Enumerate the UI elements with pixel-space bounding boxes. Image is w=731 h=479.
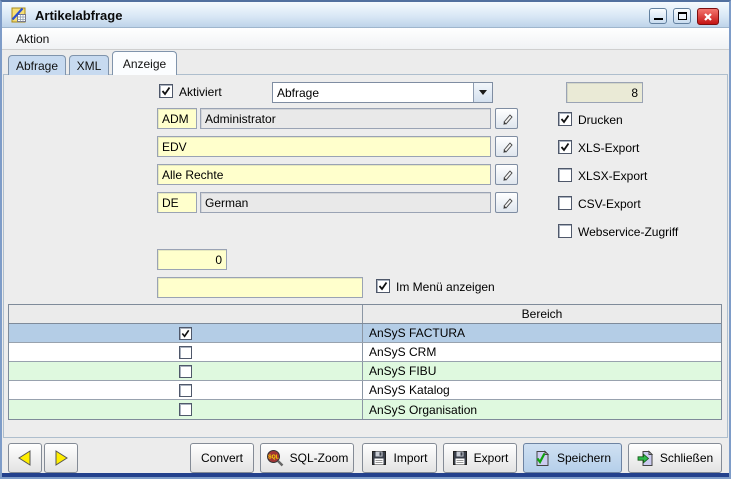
convert-label: Convert [201,451,243,465]
mitarbeiter-code-field[interactable]: ADM [157,108,197,129]
app-icon [9,5,29,25]
csv-export-checkbox[interactable] [558,196,572,210]
import-button[interactable]: Import [362,443,437,473]
table-row[interactable]: AnSyS FACTURA [9,324,721,343]
close-button[interactable] [697,8,719,25]
abteilung-picker-button[interactable] [495,136,518,157]
row-label: AnSyS FIBU [363,362,721,380]
combo-dropdown-button[interactable] [473,83,492,102]
svg-text:SQL: SQL [268,455,279,461]
export-label: Export [474,451,509,465]
save-check-icon [534,450,551,467]
table-row[interactable]: AnSyS Organisation [9,400,721,419]
table-row[interactable]: AnSyS CRM [9,343,721,362]
row-checkbox[interactable] [179,365,192,378]
webservice-zugriff-checkbox[interactable] [558,224,572,238]
row-checkbox[interactable] [179,327,192,340]
checkmark-icon [559,141,571,153]
mitarbeiter-picker-button[interactable] [495,108,518,129]
untermenue-field[interactable] [157,277,363,298]
speichern-button[interactable]: Speichern [523,443,622,473]
row-label: AnSyS Organisation [363,400,721,419]
arrow-left-icon [15,449,35,467]
abteilung-field[interactable]: EDV [157,136,491,157]
window: Artikelabfrage Aktion Abfrage XML Anzeig… [0,0,731,479]
table-header-checkbox-column[interactable] [9,305,363,323]
mitarbeiter-name-field[interactable]: Administrator [200,108,491,129]
aktiviert-label: Aktiviert [179,85,222,99]
window-title: Artikelabfrage [35,8,122,23]
floppy-disk-icon [452,450,468,466]
menu-bar: Aktion [2,28,729,50]
prioritaet-field[interactable]: 0 [157,249,227,270]
pencil-icon [500,112,514,126]
next-record-button[interactable] [44,443,78,473]
row-checkbox[interactable] [179,346,192,359]
aktiviert-checkbox[interactable] [159,84,173,98]
checkmark-icon [160,85,172,97]
pencil-icon [500,168,514,182]
title-bar: Artikelabfrage [2,2,729,28]
im-menue-anzeigen-checkbox[interactable] [376,279,390,293]
table-row[interactable]: AnSyS Katalog [9,381,721,400]
xlsx-export-checkbox[interactable] [558,168,572,182]
checkmark-icon [180,328,191,339]
close-icon [703,12,713,22]
menu-item-aktion[interactable]: Aktion [12,31,53,47]
im-menue-anzeigen-label: Im Menü anzeigen [396,280,495,294]
berechtigung-picker-button[interactable] [495,164,518,185]
typ-value: Abfrage [273,86,473,100]
row-checkbox[interactable] [179,403,192,416]
floppy-disk-icon [371,450,387,466]
sprache-name-field[interactable]: German [200,192,491,213]
berechtigung-field[interactable]: Alle Rechte [157,164,491,185]
window-bottom-border [0,473,731,479]
row-label: AnSyS FACTURA [363,324,721,342]
tab-xml[interactable]: XML [69,55,109,75]
checkmark-icon [559,113,571,125]
schliessen-button[interactable]: Schließen [628,443,722,473]
chevron-down-icon [479,90,487,95]
sprache-code-field[interactable]: DE [157,192,197,213]
convert-button[interactable]: Convert [190,443,254,473]
id-field: 8 [566,82,643,103]
drucken-label: Drucken [578,113,623,127]
tab-anzeige[interactable]: Anzeige [112,51,177,75]
sprache-picker-button[interactable] [495,192,518,213]
maximize-button[interactable] [673,8,691,24]
xlsx-export-label: XLSX-Export [578,169,647,183]
xls-export-checkbox[interactable] [558,140,572,154]
csv-export-label: CSV-Export [578,197,641,211]
minimize-icon [654,13,663,20]
export-button[interactable]: Export [443,443,517,473]
table-header-bereich[interactable]: Bereich [363,305,721,323]
close-arrow-icon [637,450,654,467]
typ-combobox[interactable]: Abfrage [272,82,493,103]
sql-zoom-label: SQL-Zoom [290,451,349,465]
pencil-icon [500,196,514,210]
sql-zoom-icon: SQL [266,449,284,467]
minimize-button[interactable] [649,8,667,24]
arrow-right-icon [51,449,71,467]
table-row[interactable]: AnSyS FIBU [9,362,721,381]
row-checkbox[interactable] [179,384,192,397]
checkmark-icon [377,280,389,292]
maximize-icon [678,12,687,20]
table-header-row: Bereich [9,305,721,324]
previous-record-button[interactable] [8,443,42,473]
row-label: AnSyS CRM [363,343,721,361]
schliessen-label: Schließen [660,451,713,465]
tab-abfrage[interactable]: Abfrage [8,55,66,75]
pencil-icon [500,140,514,154]
row-label: AnSyS Katalog [363,381,721,399]
import-label: Import [393,451,427,465]
speichern-label: Speichern [557,451,611,465]
sql-zoom-button[interactable]: SQL SQL-Zoom [260,443,354,473]
drucken-checkbox[interactable] [558,112,572,126]
webservice-zugriff-label: Webservice-Zugriff [578,225,678,239]
bereich-table: Bereich AnSyS FACTURA AnSyS CRM AnSyS FI… [8,304,722,420]
xls-export-label: XLS-Export [578,141,639,155]
